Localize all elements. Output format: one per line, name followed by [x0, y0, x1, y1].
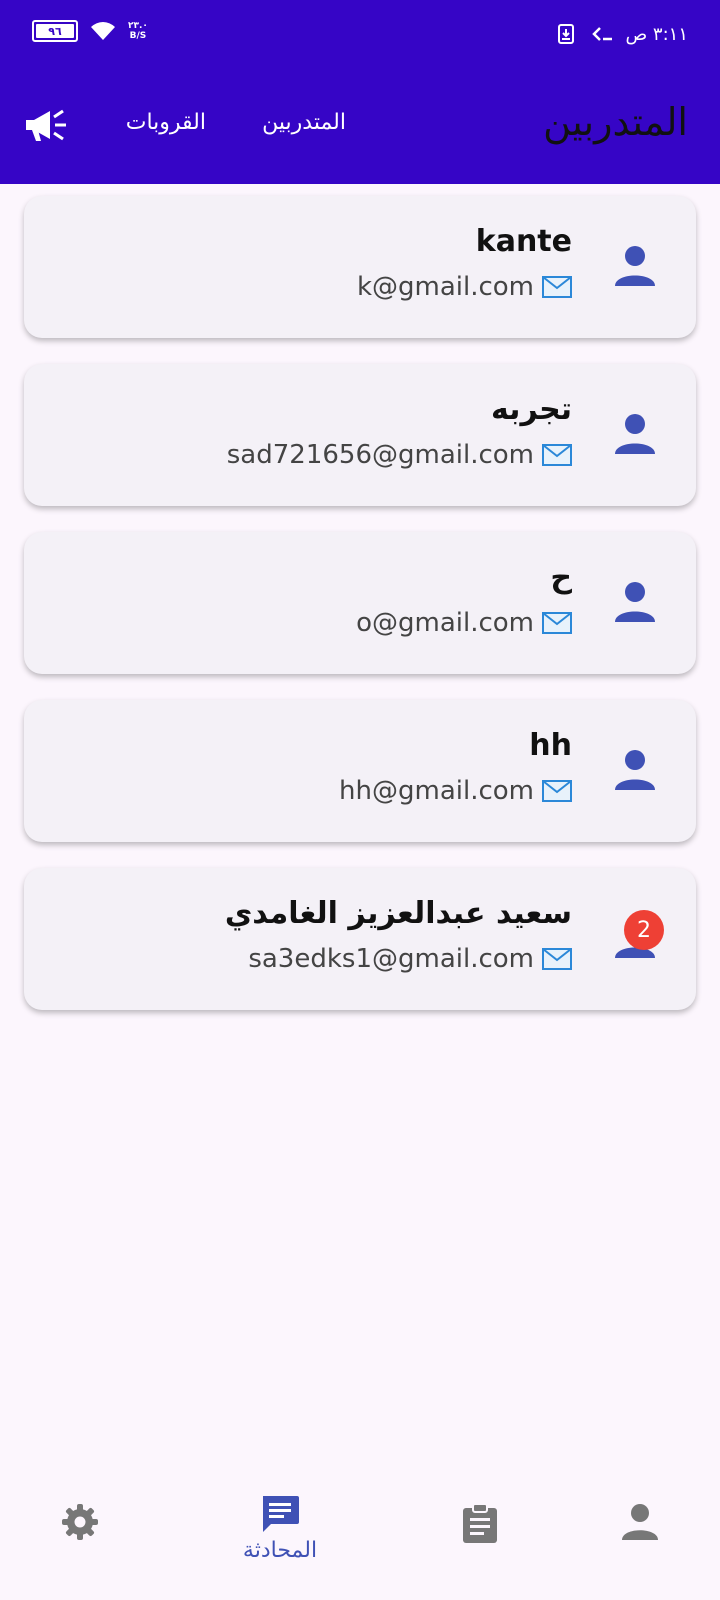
trainee-email-row: k@gmail.com — [357, 272, 572, 302]
screen: ٩٦ ٢٣.٠ B/S ٣:١١ ص المتدربين المتدربين ا… — [0, 0, 720, 1600]
status-time: ٣:١١ ص — [625, 24, 688, 45]
email-icon — [542, 276, 572, 298]
trainee-card[interactable]: kante k@gmail.com — [24, 196, 696, 338]
status-bar-left: ٩٦ ٢٣.٠ B/S — [32, 20, 148, 42]
app-bar: ٩٦ ٢٣.٠ B/S ٣:١١ ص المتدربين المتدربين ا… — [0, 0, 720, 184]
trainee-card[interactable]: hh hh@gmail.com — [24, 700, 696, 842]
nav-settings[interactable] — [20, 1502, 140, 1592]
tab-trainees[interactable]: المتدربين — [262, 110, 346, 135]
battery-icon: ٩٦ — [32, 20, 78, 42]
chat-icon — [263, 1496, 299, 1532]
wifi-icon — [91, 22, 115, 40]
trainee-email-row: sad721656@gmail.com — [227, 440, 572, 470]
net-speed-value: ٢٣.٠ — [128, 21, 148, 31]
gear-icon — [62, 1504, 98, 1540]
net-speed: ٢٣.٠ B/S — [128, 21, 148, 41]
person-icon — [615, 582, 655, 622]
download-icon — [558, 24, 574, 44]
email-icon — [542, 444, 572, 466]
trainee-email: sa3edks1@gmail.com — [248, 944, 534, 974]
nav-tasks[interactable] — [420, 1502, 540, 1592]
trainee-name: سعيد عبدالعزيز الغامدي — [224, 896, 572, 931]
trainee-name: hh — [529, 728, 572, 763]
person-icon — [622, 1504, 658, 1540]
nav-chat-label: المحادثة — [242, 1538, 318, 1563]
trainee-email-row: sa3edks1@gmail.com — [248, 944, 572, 974]
person-icon — [615, 750, 655, 790]
trainee-email: hh@gmail.com — [339, 776, 534, 806]
trainee-name: تجربه — [490, 392, 572, 427]
trainee-list: kante k@gmail.com تجربه sad721656@gmail.… — [24, 196, 696, 1036]
email-icon — [542, 948, 572, 970]
status-bar-icons — [558, 24, 614, 44]
nav-chat[interactable]: المحادثة — [220, 1492, 340, 1582]
person-icon — [615, 246, 655, 286]
email-icon — [542, 780, 572, 802]
trainee-email-row: o@gmail.com — [356, 608, 572, 638]
trainee-email: sad721656@gmail.com — [226, 440, 534, 470]
terminal-icon — [592, 27, 612, 41]
trainee-card[interactable]: سعيد عبدالعزيز الغامدي sa3edks1@gmail.co… — [24, 868, 696, 1010]
trainee-email: k@gmail.com — [356, 272, 534, 302]
trainee-card[interactable]: تجربه sad721656@gmail.com — [24, 364, 696, 506]
trainee-name: ح — [550, 560, 572, 595]
trainee-email-row: hh@gmail.com — [339, 776, 572, 806]
page-title: المتدربين — [543, 100, 688, 144]
trainee-email: o@gmail.com — [356, 608, 534, 638]
trainee-card[interactable]: ح o@gmail.com — [24, 532, 696, 674]
net-speed-unit: B/S — [129, 31, 147, 41]
tab-groups[interactable]: القروبات — [126, 110, 206, 135]
clipboard-icon — [463, 1503, 497, 1543]
nav-profile[interactable] — [580, 1502, 700, 1592]
bottom-nav: المحادثة — [0, 1480, 720, 1600]
unread-badge: 2 — [624, 910, 664, 950]
battery-level: ٩٦ — [48, 24, 62, 38]
person-icon — [615, 414, 655, 454]
megaphone-icon[interactable] — [24, 108, 68, 144]
trainee-name: kante — [475, 224, 572, 259]
email-icon — [542, 612, 572, 634]
